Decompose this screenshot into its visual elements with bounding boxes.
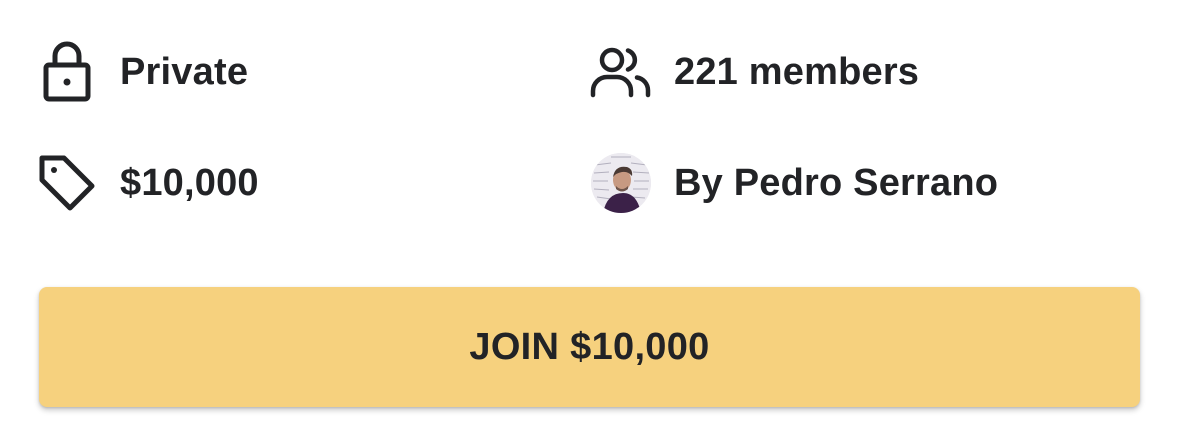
- price-info: $10,000: [36, 151, 259, 215]
- tag-icon: [36, 152, 98, 214]
- author-name[interactable]: By Pedro Serrano: [674, 162, 998, 205]
- join-button[interactable]: JOIN $10,000: [39, 287, 1140, 407]
- privacy-label: Private: [120, 50, 249, 93]
- lock-icon: [36, 41, 98, 103]
- avatar-wrapper: [590, 152, 652, 214]
- avatar[interactable]: [591, 153, 651, 213]
- members-info: 221 members: [590, 40, 919, 104]
- price-label: $10,000: [120, 161, 259, 204]
- privacy-info: Private: [36, 40, 248, 104]
- users-icon: [590, 41, 652, 103]
- members-count: 221 members: [674, 50, 920, 93]
- author-info: By Pedro Serrano: [590, 151, 998, 215]
